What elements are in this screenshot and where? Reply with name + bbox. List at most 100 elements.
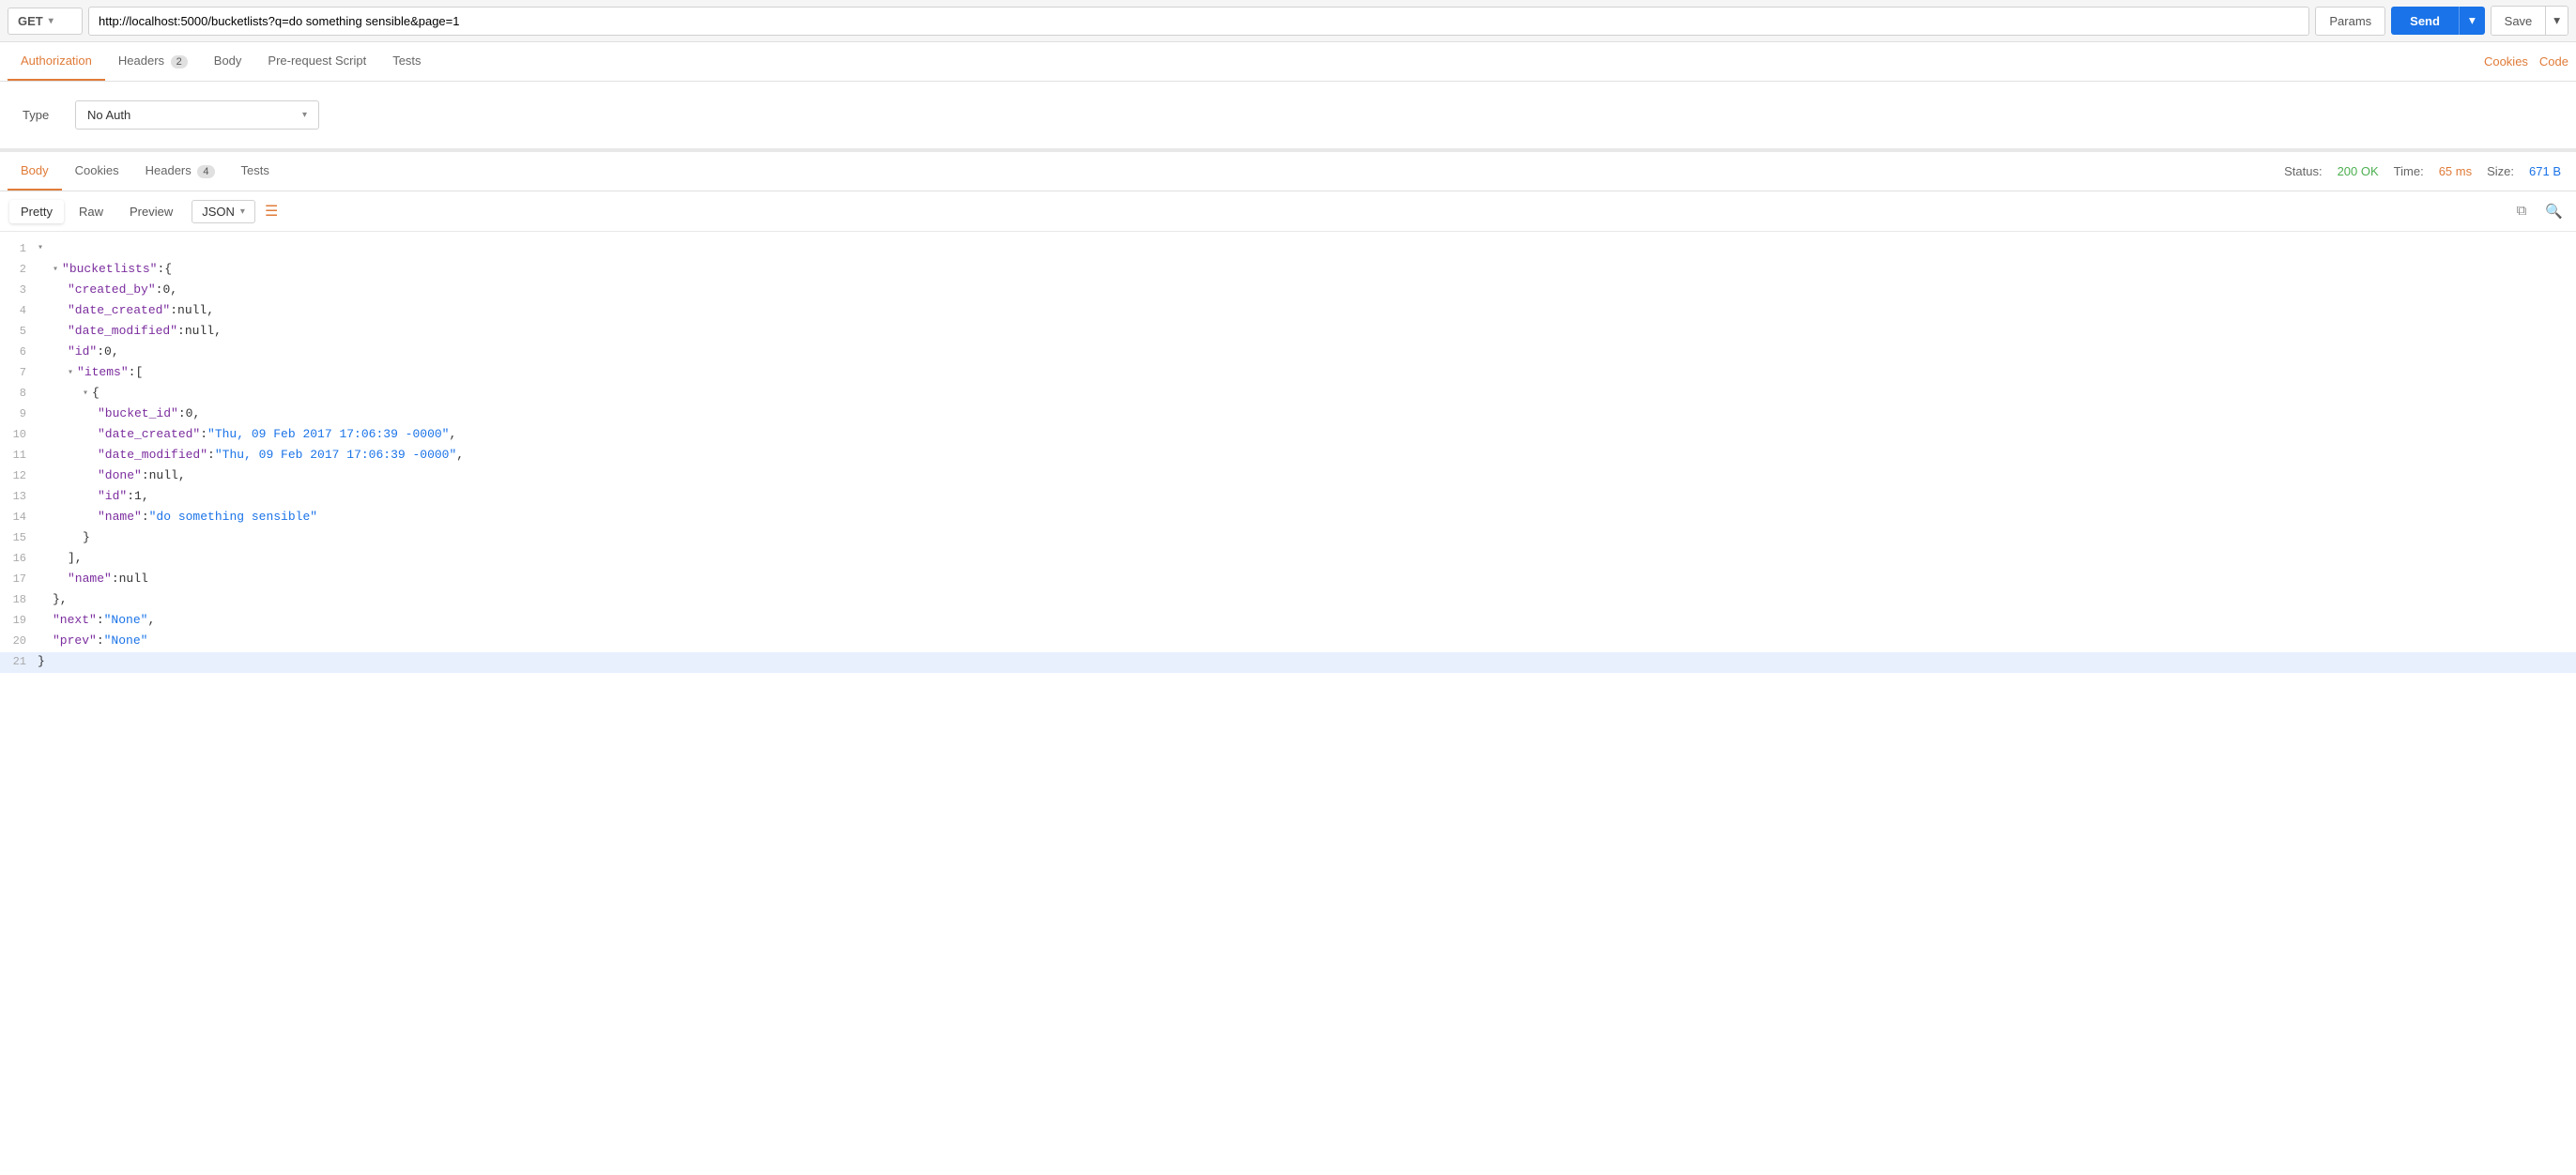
json-value: [ bbox=[135, 363, 143, 383]
tab-body[interactable]: Body bbox=[201, 42, 255, 81]
json-format-chevron-icon: ▾ bbox=[240, 206, 245, 217]
line-number: 13 bbox=[8, 487, 38, 506]
line-number: 4 bbox=[8, 301, 38, 320]
pretty-tab[interactable]: Pretty bbox=[9, 200, 64, 223]
fold-arrow-icon[interactable]: ▾ bbox=[38, 239, 43, 256]
time-label: Time: bbox=[2394, 164, 2424, 178]
json-value: } bbox=[38, 652, 45, 672]
auth-type-row: Type No Auth ▾ bbox=[23, 100, 2553, 130]
line-content: "date_created": "Thu, 09 Feb 2017 17:06:… bbox=[38, 425, 456, 445]
line-number: 2 bbox=[8, 260, 38, 279]
method-selector[interactable]: GET ▾ bbox=[8, 8, 83, 35]
json-key: "date_modified" bbox=[98, 446, 207, 465]
tab-headers[interactable]: Headers 2 bbox=[105, 42, 201, 81]
line-number: 21 bbox=[8, 652, 38, 671]
json-key: "bucketlists" bbox=[62, 260, 157, 280]
tab-prerequest[interactable]: Pre-request Script bbox=[254, 42, 379, 81]
top-bar: GET ▾ Params Send ▾ Save ▾ bbox=[0, 0, 2576, 42]
params-button[interactable]: Params bbox=[2315, 7, 2385, 36]
response-status-bar: Status: 200 OK Time: 65 ms Size: 671 B bbox=[2284, 164, 2568, 178]
json-key: "name" bbox=[98, 508, 142, 527]
response-tab-tests[interactable]: Tests bbox=[228, 152, 283, 191]
headers-badge: 2 bbox=[171, 55, 188, 69]
line-content: "id": 1, bbox=[38, 487, 149, 507]
line-content: } bbox=[38, 528, 90, 548]
line-content: "date_created": null, bbox=[38, 301, 214, 321]
line-number: 12 bbox=[8, 466, 38, 485]
json-value: null bbox=[149, 466, 178, 486]
line-number: 20 bbox=[8, 632, 38, 650]
line-number: 10 bbox=[8, 425, 38, 444]
size-value: 671 B bbox=[2529, 164, 2561, 178]
auth-type-value: No Auth bbox=[87, 108, 130, 122]
send-button-group: Send ▾ bbox=[2391, 7, 2485, 35]
copy-icon[interactable]: ⧉ bbox=[2513, 199, 2531, 223]
cookies-link[interactable]: Cookies bbox=[2484, 54, 2528, 69]
auth-section: Type No Auth ▾ bbox=[0, 82, 2576, 148]
preview-tab[interactable]: Preview bbox=[118, 200, 184, 223]
json-key: "bucket_id" bbox=[98, 404, 178, 424]
wrap-icon[interactable]: ☰ bbox=[265, 202, 278, 221]
tab-authorization[interactable]: Authorization bbox=[8, 42, 105, 81]
json-key: "date_created" bbox=[98, 425, 200, 445]
line-number: 3 bbox=[8, 281, 38, 299]
json-value: { bbox=[164, 260, 172, 280]
save-button-group: Save ▾ bbox=[2491, 6, 2568, 36]
line-number: 17 bbox=[8, 570, 38, 588]
json-value: 0 bbox=[162, 281, 170, 300]
send-arrow-icon: ▾ bbox=[2469, 13, 2476, 27]
json-value: "Thu, 09 Feb 2017 17:06:39 -0000" bbox=[215, 446, 456, 465]
json-key: "done" bbox=[98, 466, 142, 486]
tab-tests[interactable]: Tests bbox=[379, 42, 434, 81]
json-value: 0 bbox=[104, 343, 112, 362]
line-number: 8 bbox=[8, 384, 38, 403]
json-key: "date_created" bbox=[68, 301, 170, 321]
fold-arrow-icon[interactable]: ▾ bbox=[83, 385, 88, 402]
response-tabs-bar: Body Cookies Headers 4 Tests Status: 200… bbox=[0, 152, 2576, 191]
url-input[interactable] bbox=[88, 7, 2309, 36]
json-key: "prev" bbox=[53, 632, 97, 651]
response-tab-body[interactable]: Body bbox=[8, 152, 62, 191]
search-icon[interactable]: 🔍 bbox=[2541, 199, 2567, 223]
line-number: 16 bbox=[8, 549, 38, 568]
line-content: ▾"bucketlists": { bbox=[38, 260, 172, 280]
format-tabs-bar: Pretty Raw Preview JSON ▾ ☰ ⧉ 🔍 bbox=[0, 191, 2576, 232]
response-section: Body Cookies Headers 4 Tests Status: 200… bbox=[0, 148, 2576, 680]
json-key: "id" bbox=[98, 487, 127, 507]
line-number: 5 bbox=[8, 322, 38, 341]
line-content: "created_by": 0, bbox=[38, 281, 177, 300]
code-link[interactable]: Code bbox=[2539, 54, 2568, 69]
line-number: 1 bbox=[8, 239, 38, 258]
line-number: 11 bbox=[8, 446, 38, 465]
send-button[interactable]: Send bbox=[2391, 7, 2459, 35]
status-label: Status: bbox=[2284, 164, 2322, 178]
save-arrow-icon: ▾ bbox=[2553, 13, 2560, 27]
auth-type-chevron-icon: ▾ bbox=[302, 110, 307, 120]
method-chevron-icon: ▾ bbox=[49, 16, 54, 26]
auth-type-select[interactable]: No Auth ▾ bbox=[75, 100, 319, 130]
line-content: "name": "do something sensible" bbox=[38, 508, 317, 527]
response-tab-headers[interactable]: Headers 4 bbox=[132, 152, 228, 191]
line-number: 14 bbox=[8, 508, 38, 526]
size-label: Size: bbox=[2487, 164, 2514, 178]
response-headers-badge: 4 bbox=[197, 165, 214, 178]
json-value: null bbox=[185, 322, 214, 342]
save-button[interactable]: Save bbox=[2492, 7, 2546, 35]
line-number: 19 bbox=[8, 611, 38, 630]
json-format-label: JSON bbox=[202, 205, 235, 219]
json-key: "date_modified" bbox=[68, 322, 177, 342]
fold-arrow-icon[interactable]: ▾ bbox=[68, 364, 73, 381]
line-content: ▾ bbox=[38, 239, 47, 256]
json-format-select[interactable]: JSON ▾ bbox=[192, 200, 255, 223]
tab-right-links: Cookies Code bbox=[2484, 54, 2568, 69]
raw-tab[interactable]: Raw bbox=[68, 200, 115, 223]
json-value: null bbox=[119, 570, 148, 589]
save-dropdown-button[interactable]: ▾ bbox=[2545, 7, 2568, 35]
send-dropdown-button[interactable]: ▾ bbox=[2459, 7, 2485, 35]
json-value: "None" bbox=[104, 632, 148, 651]
json-value: 0 bbox=[186, 404, 193, 424]
json-value: null bbox=[177, 301, 207, 321]
fold-arrow-icon[interactable]: ▾ bbox=[53, 261, 58, 278]
response-tab-cookies[interactable]: Cookies bbox=[62, 152, 132, 191]
line-content: "date_modified": "Thu, 09 Feb 2017 17:06… bbox=[38, 446, 464, 465]
